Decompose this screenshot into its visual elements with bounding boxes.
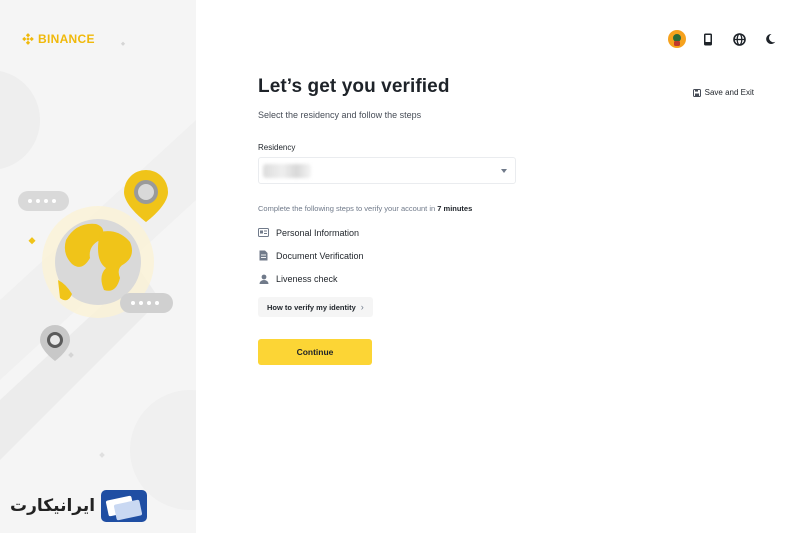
continue-button[interactable]: Continue (258, 339, 372, 365)
binance-logo[interactable]: BINANCE (22, 32, 95, 46)
step-label: Liveness check (276, 273, 338, 284)
save-and-exit-label: Save and Exit (704, 88, 754, 97)
watermark-card-icon (101, 490, 148, 522)
verification-form: Let’s get you verified Select the reside… (258, 76, 518, 365)
step-label: Document Verification (276, 250, 364, 261)
step-label: Personal Information (276, 227, 360, 238)
save-and-exit-button[interactable]: Save and Exit (692, 88, 754, 97)
step-personal-information: Personal Information (258, 227, 518, 238)
residency-select[interactable] (258, 157, 516, 184)
mobile-icon[interactable] (698, 29, 718, 49)
brand-name: BINANCE (38, 32, 95, 46)
watermark: ایرانیکارت (10, 490, 148, 522)
how-to-verify-button[interactable]: How to verify my identity › (258, 297, 373, 317)
binance-diamond-icon (22, 33, 34, 45)
globe-icon[interactable] (729, 29, 749, 49)
page-title: Let’s get you verified (258, 76, 450, 97)
chevron-right-icon: › (360, 302, 364, 312)
avatar[interactable] (667, 29, 687, 49)
document-icon (258, 250, 269, 261)
steps-intro: Complete the following steps to verify y… (258, 204, 518, 213)
chevron-down-icon (501, 168, 507, 173)
residency-label: Residency (258, 143, 296, 152)
step-document-verification: Document Verification (258, 250, 518, 261)
id-card-icon (258, 227, 269, 238)
header-actions (667, 29, 780, 49)
how-to-verify-label: How to verify my identity (267, 302, 356, 312)
verification-illustration (0, 41, 196, 460)
steps-intro-text: Complete the following steps to verify y… (258, 204, 438, 213)
illustration-panel: BINANCE (0, 0, 196, 533)
step-liveness-check: Liveness check (258, 273, 518, 284)
residency-value-blurred (263, 163, 311, 178)
moon-icon[interactable] (760, 29, 780, 49)
save-icon (692, 88, 701, 97)
page-subtitle: Select the residency and follow the step… (258, 110, 422, 120)
steps-intro-time: 7 minutes (437, 204, 473, 213)
person-icon (258, 273, 269, 284)
watermark-text: ایرانیکارت (10, 496, 96, 516)
